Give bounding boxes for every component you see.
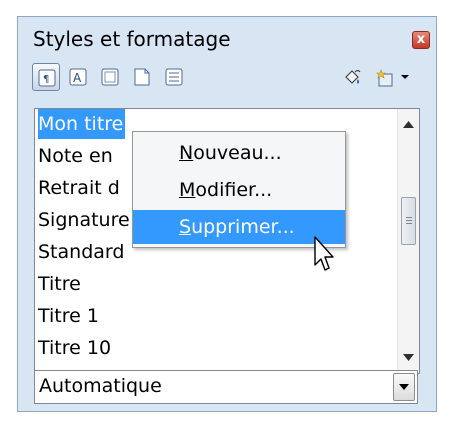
- list-item[interactable]: Titre 1: [38, 301, 99, 331]
- menu-item-accelerator: M: [179, 179, 196, 201]
- frame-styles-button[interactable]: [96, 63, 124, 91]
- new-style-from-selection-button[interactable]: [370, 63, 398, 91]
- list-item[interactable]: Titre 10: [38, 333, 111, 363]
- new-style-from-selection-icon: [376, 69, 393, 87]
- window-title: Styles et formatage: [33, 27, 231, 51]
- list-item-label: Signature: [38, 209, 130, 231]
- character-styles-icon: A: [69, 68, 87, 86]
- mouse-pointer-icon: [314, 236, 334, 271]
- scroll-down-arrow-icon[interactable]: [403, 354, 414, 361]
- paragraph-styles-icon: ¶: [38, 69, 56, 87]
- list-item[interactable]: Standard: [38, 237, 124, 267]
- character-styles-button[interactable]: A: [64, 63, 92, 91]
- fill-format-mode-button[interactable]: [338, 63, 366, 91]
- chevron-down-icon: [401, 75, 409, 79]
- list-item-label: Mon titre: [38, 113, 124, 135]
- list-item-label: Titre 1: [38, 305, 99, 327]
- list-item-label: Standard: [38, 241, 125, 263]
- menu-item-label: odifier...: [195, 179, 273, 201]
- list-item[interactable]: Signature: [38, 205, 130, 235]
- toolbar: ¶ A: [32, 63, 430, 95]
- list-item[interactable]: Retrait d: [38, 173, 120, 203]
- menu-item-accelerator: N: [179, 142, 194, 164]
- menu-item-new[interactable]: Nouveau...: [133, 136, 345, 170]
- paragraph-styles-button[interactable]: ¶: [32, 63, 60, 91]
- list-styles-button[interactable]: [160, 63, 188, 91]
- context-menu: Nouveau... Modifier... Supprimer...: [132, 131, 346, 248]
- list-item-label: Note en: [38, 145, 113, 167]
- list-item[interactable]: Mon titre: [38, 109, 126, 139]
- svg-text:¶: ¶: [43, 74, 49, 85]
- list-item-label: Titre: [38, 273, 81, 295]
- frame-styles-icon: [101, 68, 119, 86]
- list-item-label: Retrait d: [38, 177, 120, 199]
- list-item[interactable]: Titre: [38, 269, 81, 299]
- title-bar: Styles et formatage x: [18, 17, 436, 57]
- grip-line: [406, 220, 412, 221]
- svg-text:A: A: [73, 71, 82, 85]
- chevron-down-icon: [399, 384, 409, 390]
- menu-item-label: ouveau...: [193, 142, 282, 164]
- grip-line: [406, 223, 412, 224]
- page-styles-button[interactable]: [128, 63, 156, 91]
- filter-dropdown-value: Automatique: [39, 375, 162, 397]
- list-styles-icon: [165, 68, 183, 86]
- page-styles-icon: [134, 68, 150, 86]
- vertical-scrollbar[interactable]: [397, 109, 419, 373]
- menu-item-accelerator: S: [179, 216, 192, 238]
- list-item-label: Titre 10: [38, 337, 112, 359]
- close-icon: x: [416, 32, 426, 47]
- menu-item-label: upprimer...: [191, 216, 295, 238]
- list-item[interactable]: Note en: [38, 141, 113, 171]
- scroll-up-arrow-icon[interactable]: [403, 121, 414, 128]
- new-style-dropdown-arrow[interactable]: [398, 63, 412, 91]
- fill-format-mode-icon: [345, 70, 361, 84]
- grip-line: [406, 217, 412, 218]
- menu-item-modify[interactable]: Modifier...: [133, 173, 345, 207]
- filter-dropdown-button[interactable]: [393, 373, 415, 401]
- scroll-thumb[interactable]: [401, 197, 416, 245]
- close-button[interactable]: x: [412, 31, 430, 49]
- filter-dropdown[interactable]: Automatique: [34, 370, 418, 404]
